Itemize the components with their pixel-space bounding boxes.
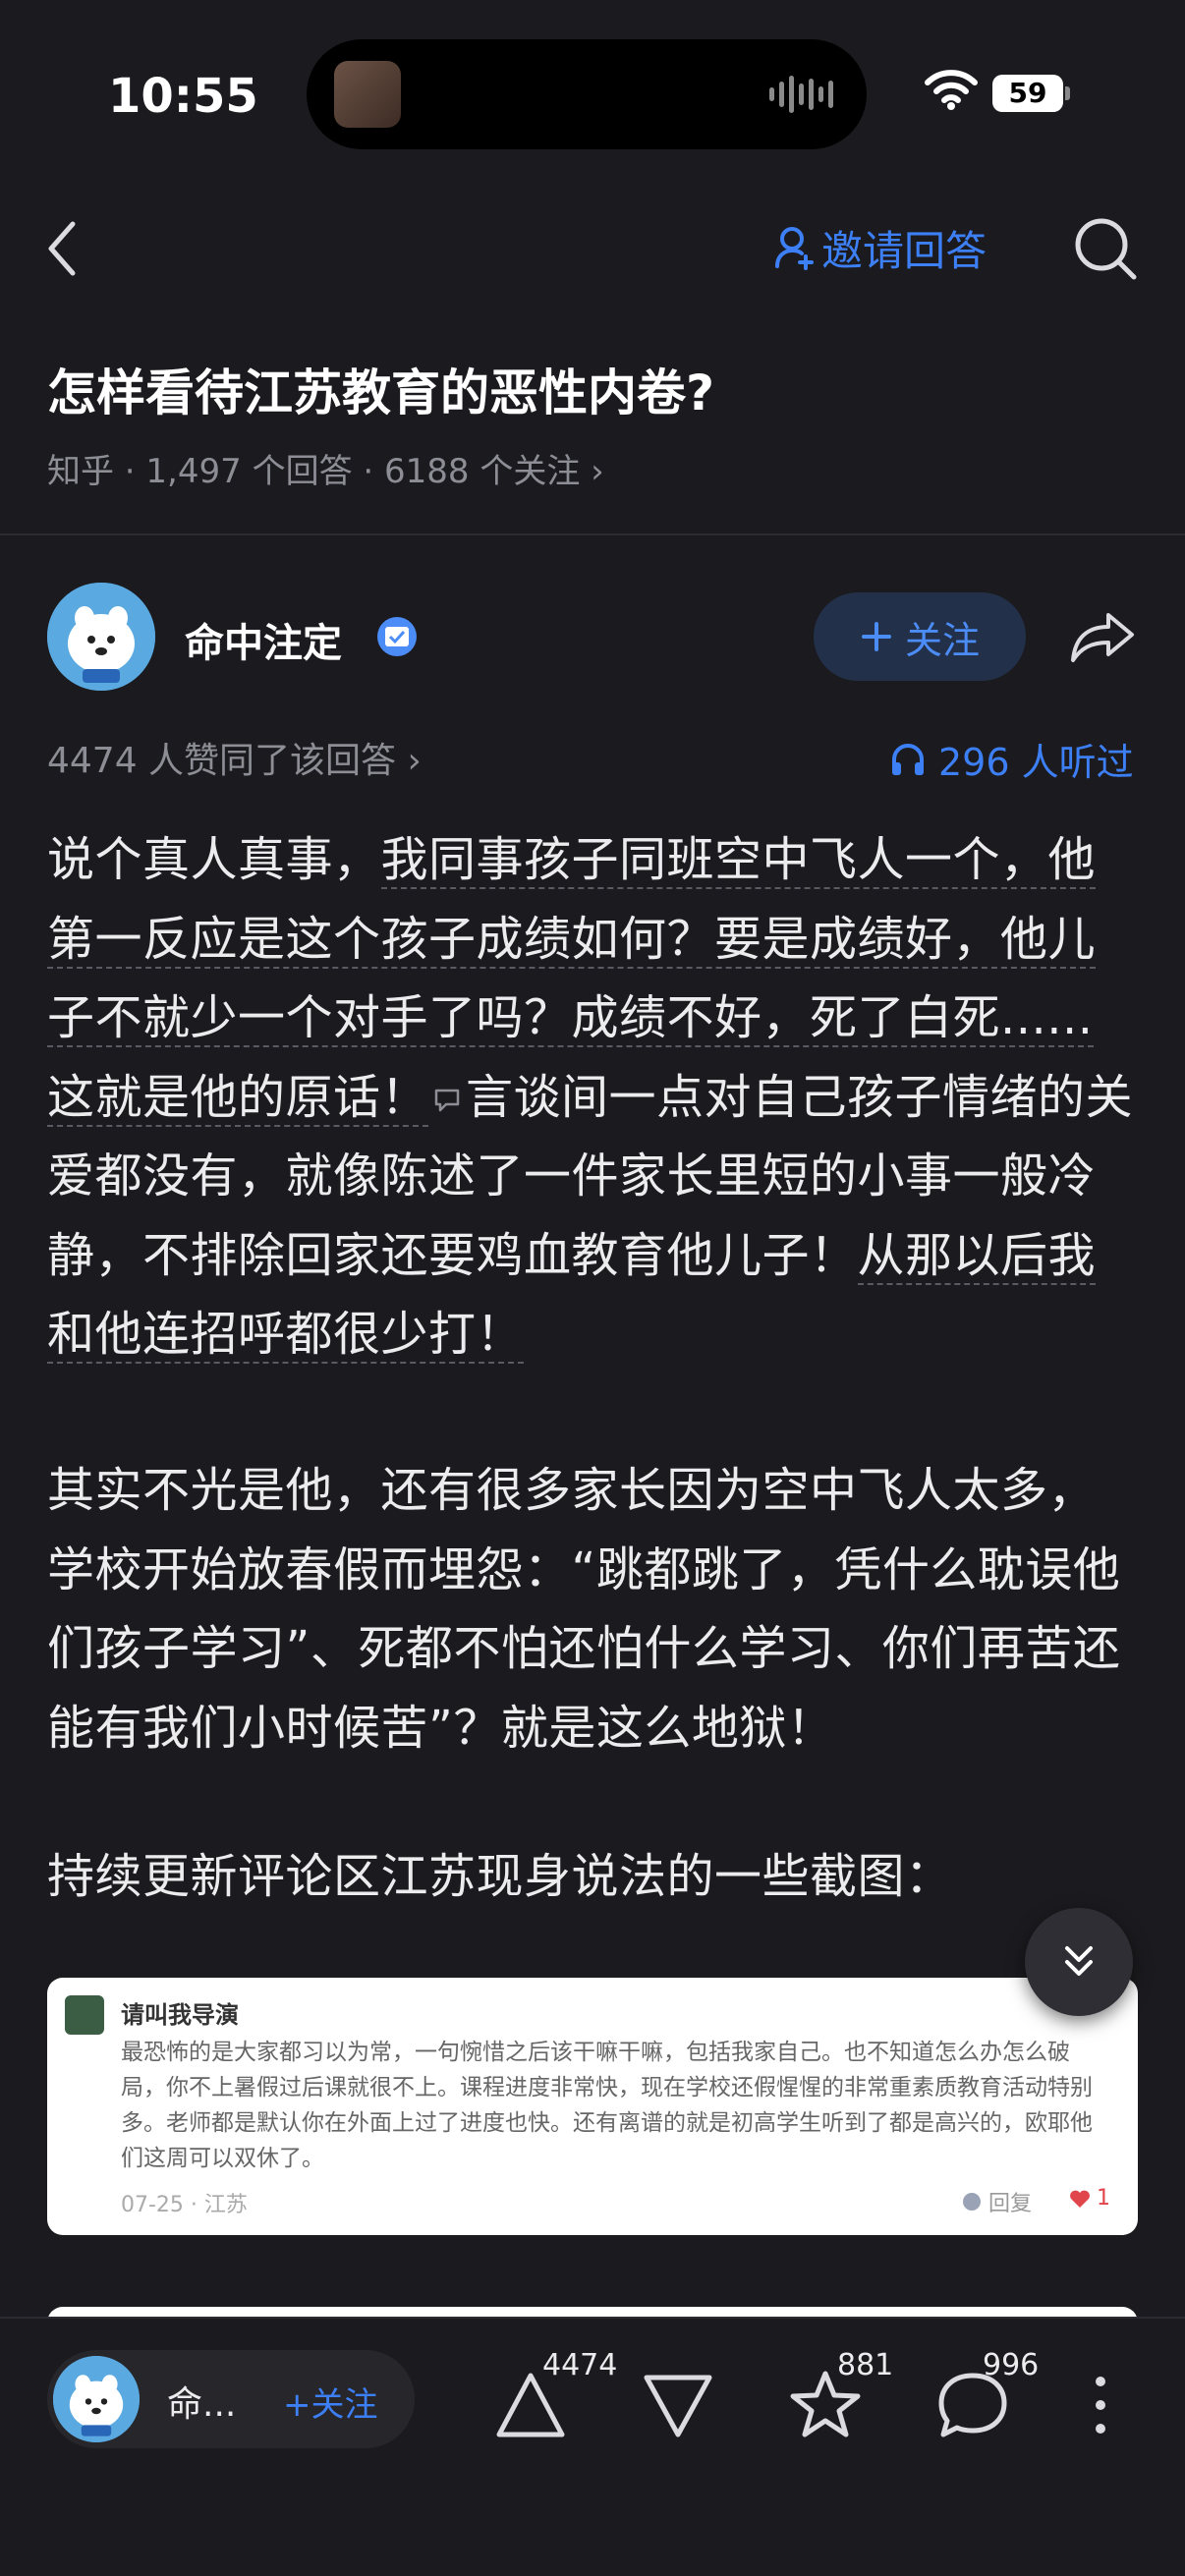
comment-text: 最恐怖的是大家都习以为常，一句惋惜之后该干嘛干嘛，包括我家自己。也不知道怎么办怎… bbox=[121, 2040, 1093, 2171]
plus-icon bbox=[861, 622, 891, 651]
upvote-count: 4474 bbox=[542, 2348, 618, 2382]
author-name[interactable]: 命中注定 bbox=[185, 611, 342, 668]
invite-answer-label: 邀请回答 bbox=[821, 226, 988, 275]
favorite-count: 881 bbox=[837, 2348, 894, 2382]
answer-paragraph-1: 说个真人真事，我同事孩子同班空中飞人一个，他第一反应是这个孩子成绩如何？要是成绩… bbox=[47, 820, 1138, 1374]
double-chevron-down-icon bbox=[1065, 1946, 1093, 1976]
heart-icon bbox=[1070, 2190, 1090, 2208]
answer-paragraph-3: 持续更新评论区江苏现身说法的一些截图： bbox=[47, 1849, 953, 1904]
headphones-icon bbox=[892, 743, 924, 775]
bottom-action-bar: 命... +关注 4474 881 996 bbox=[0, 2317, 1185, 2576]
person-add-icon bbox=[775, 227, 814, 270]
audio-waveform-icon bbox=[769, 75, 833, 114]
dynamic-island[interactable] bbox=[307, 39, 867, 149]
comment-meta: 07-25 · 江苏 bbox=[121, 2193, 248, 2217]
author-name-short: 命... bbox=[167, 2384, 237, 2425]
paragraph-1-intro: 说个真人真事， bbox=[47, 832, 381, 887]
commenter-name: 请叫我导演 bbox=[121, 2001, 239, 2029]
comment-count: 996 bbox=[983, 2348, 1040, 2382]
author-pill[interactable]: 命... +关注 bbox=[47, 2350, 415, 2448]
comment-bubble-icon[interactable] bbox=[432, 1087, 462, 1114]
back-arrow-icon[interactable] bbox=[39, 214, 88, 283]
downvote-icon[interactable] bbox=[639, 2366, 717, 2444]
comment-like-count: 1 bbox=[1097, 2186, 1110, 2211]
listen-count: 296 人听过 bbox=[938, 741, 1134, 784]
status-time: 10:55 bbox=[108, 69, 258, 124]
follow-button[interactable]: 关注 bbox=[814, 592, 1026, 681]
question-meta[interactable]: 知乎 · 1,497 个回答 · 6188 个关注 › bbox=[47, 444, 604, 492]
agree-count-line[interactable]: 4474 人赞同了该回答 › bbox=[47, 732, 422, 783]
commenter-avatar bbox=[65, 1995, 104, 2035]
share-icon[interactable] bbox=[1067, 607, 1138, 666]
reply-label: 回复 bbox=[988, 2192, 1033, 2216]
more-options-icon[interactable] bbox=[1061, 2366, 1140, 2444]
battery-indicator: 59 bbox=[992, 75, 1063, 112]
verified-badge-icon bbox=[377, 617, 417, 656]
comment-likes: 1 bbox=[1069, 2186, 1110, 2211]
author-avatar-small[interactable] bbox=[53, 2356, 140, 2442]
listen-button[interactable]: 296 人听过 bbox=[889, 732, 1134, 786]
avatar-illustration bbox=[47, 583, 155, 691]
now-playing-thumbnail bbox=[334, 61, 401, 128]
follow-label: 关注 bbox=[904, 618, 980, 662]
divider bbox=[0, 533, 1185, 535]
comment-screenshot-card[interactable]: 请叫我导演 最恐怖的是大家都习以为常，一句惋惜之后该干嘛干嘛，包括我家自己。也不… bbox=[47, 1978, 1138, 2235]
wifi-icon bbox=[925, 70, 978, 110]
comment-reply: 回复 bbox=[961, 2186, 1032, 2217]
battery-tip bbox=[1065, 86, 1070, 100]
author-avatar[interactable] bbox=[47, 583, 155, 691]
bottom-follow-button[interactable]: +关注 bbox=[283, 2378, 378, 2426]
search-icon[interactable] bbox=[1071, 214, 1140, 283]
avatar-illustration bbox=[53, 2356, 140, 2442]
question-title[interactable]: 怎样看待江苏教育的恶性内卷? bbox=[47, 354, 714, 424]
answer-paragraph-2: 其实不光是他，还有很多家长因为空中飞人太多，学校开始放春假而埋怨：“跳都跳了，凭… bbox=[47, 1463, 1121, 1756]
invite-answer-button[interactable]: 邀请回答 bbox=[774, 218, 987, 277]
reply-icon bbox=[963, 2193, 981, 2211]
status-bar: 10:55 59 bbox=[0, 0, 1185, 187]
scroll-down-button[interactable] bbox=[1025, 1908, 1133, 2016]
